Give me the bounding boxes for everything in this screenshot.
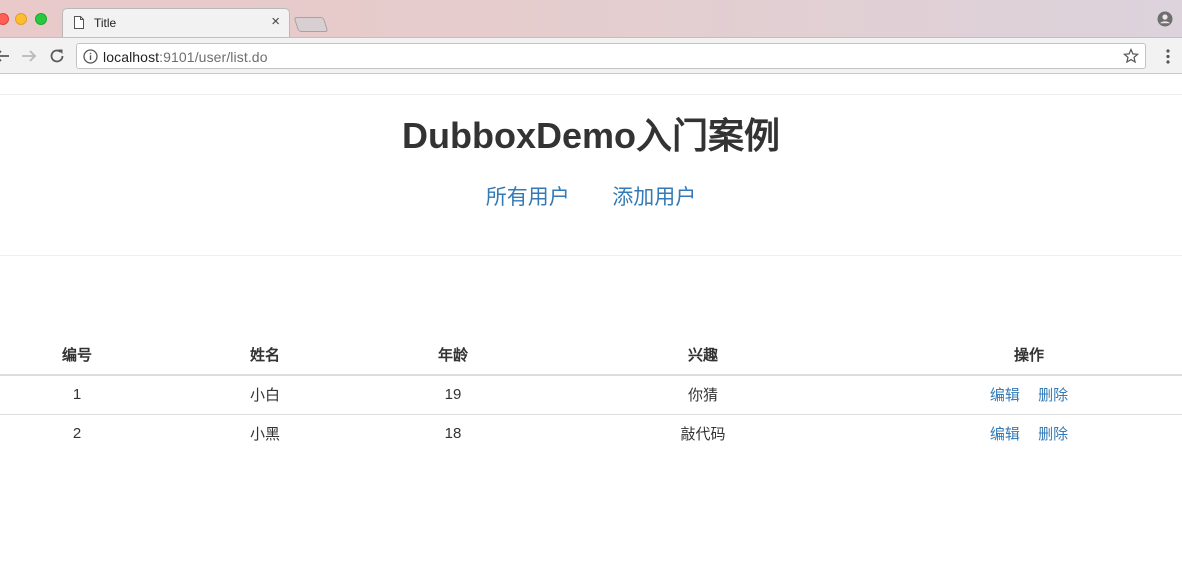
cell-actions: 编辑 删除	[876, 414, 1182, 453]
profile-icon[interactable]	[1157, 11, 1173, 27]
url-host: localhost	[103, 49, 160, 65]
delete-link[interactable]: 删除	[1038, 387, 1068, 404]
page-content: DubboxDemo入门案例 所有用户 添加用户 编号 姓名 年龄 兴趣 操作 …	[0, 75, 1182, 576]
cell-id: 2	[72, 425, 82, 443]
edit-link[interactable]: 编辑	[990, 426, 1020, 443]
cell-hobby: 敲代码	[680, 426, 726, 444]
close-window-button[interactable]	[0, 13, 9, 25]
url-path: :9101/user/list.do	[159, 49, 268, 65]
column-header-hobby: 兴趣	[530, 335, 876, 376]
nav-add-user-link[interactable]: 添加用户	[612, 184, 696, 212]
kebab-menu-icon[interactable]	[1166, 49, 1170, 64]
table-row: 1 小白 19 你猜 编辑 删除	[0, 375, 1182, 415]
url-text: localhost:9101/user/list.do	[103, 49, 268, 65]
tab-close-icon[interactable]: ×	[271, 13, 280, 30]
tab-title: Title	[94, 16, 117, 30]
delete-link[interactable]: 删除	[1038, 426, 1068, 443]
page-title: DubboxDemo入门案例	[401, 115, 780, 156]
divider	[0, 94, 1182, 95]
cell-age: 18	[444, 425, 462, 443]
browser-tabstrip: Title ×	[0, 0, 1182, 37]
cell-age: 19	[376, 375, 530, 415]
column-header-age: 年龄	[376, 335, 530, 376]
users-table: 编号 姓名 年龄 兴趣 操作 1 小白 19 你猜 编辑 删除 2 小黑 18 …	[0, 335, 1182, 453]
table-row: 2 小黑 18 敲代码 编辑 删除	[0, 414, 1182, 453]
divider	[0, 255, 1182, 256]
minimize-window-button[interactable]	[15, 13, 27, 25]
cell-id: 1	[0, 375, 154, 415]
table-header-row: 编号 姓名 年龄 兴趣 操作	[0, 335, 1182, 376]
forward-arrow-icon[interactable]	[19, 46, 39, 66]
column-header-actions: 操作	[876, 335, 1182, 376]
back-arrow-icon[interactable]	[0, 46, 12, 66]
cell-actions: 编辑 删除	[876, 375, 1182, 415]
zoom-window-button[interactable]	[35, 13, 47, 25]
nav-all-users-link[interactable]: 所有用户	[486, 184, 570, 212]
browser-toolbar: localhost:9101/user/list.do	[0, 37, 1182, 74]
cell-hobby: 你猜	[530, 375, 876, 415]
column-header-name: 姓名	[154, 335, 376, 376]
bookmark-star-icon[interactable]	[1123, 48, 1139, 64]
document-icon	[74, 16, 84, 29]
column-header-id: 编号	[0, 335, 154, 376]
cell-name: 小黑	[249, 426, 280, 444]
address-bar[interactable]: localhost:9101/user/list.do	[76, 43, 1146, 69]
info-icon[interactable]	[83, 49, 98, 64]
browser-tab[interactable]: Title ×	[62, 8, 290, 37]
reload-icon[interactable]	[47, 46, 67, 66]
edit-link[interactable]: 编辑	[990, 387, 1020, 404]
new-tab-button[interactable]	[293, 17, 329, 32]
main-nav: 所有用户 添加用户	[0, 184, 1182, 212]
cell-name: 小白	[154, 375, 376, 415]
